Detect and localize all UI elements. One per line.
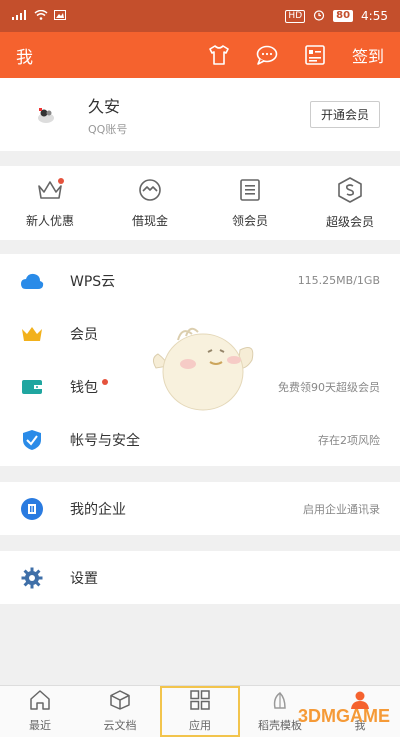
quick-label: 超级会员 [325,214,374,229]
quick-newuser-offer[interactable]: 新人优惠 [0,166,100,240]
template-icon [269,690,291,714]
profile-card[interactable]: 久安 QQ账号 开通会员 [0,78,400,151]
gear-icon [20,566,44,590]
clock: 4:55 [361,9,388,23]
menu-label: 帐号与安全 [70,432,140,449]
quick-label: 领会员 [231,213,268,228]
hd-badge: HD [285,9,306,23]
signal-icon [12,9,28,23]
exchange-icon [136,178,164,206]
crown-icon [20,322,44,346]
profile-info: 久安 QQ账号 [88,93,127,137]
list-card-icon [236,178,264,206]
menu-label: 我的企业 [70,501,126,518]
quick-get-vip[interactable]: 领会员 [200,166,300,240]
menu-item-account-security[interactable]: 帐号与安全 存在2项风险 [0,413,400,466]
header-actions: 签到 [208,43,384,67]
home-icon [29,690,51,714]
tab-apps[interactable]: 应用 [160,686,240,737]
menu-group-enterprise: 我的企业 启用企业通讯录 [0,482,400,535]
avatar[interactable] [20,88,72,141]
security-risk-status: 存在2项风险 [318,433,380,447]
quick-label: 借现金 [131,213,168,228]
enterprise-icon [20,497,44,521]
menu-label: 设置 [70,570,98,587]
menu-label: 钱包 [70,379,98,396]
tab-label: 稻壳模板 [258,719,302,732]
new-dot [58,178,64,184]
app-header: 我 签到 [0,32,400,78]
skin-shirt-icon[interactable] [208,44,230,66]
status-left-icons [12,9,66,23]
message-bubble-icon[interactable] [256,44,278,66]
profile-account-type: QQ账号 [88,122,128,136]
alarm-icon [313,9,325,24]
quick-actions: 新人优惠 借现金 领会员 超级会员 [0,166,400,240]
apps-icon [189,690,211,714]
menu-group-settings: 设置 [0,551,400,604]
menu-label: 会员 [70,326,98,343]
status-right: HD 80 4:55 [285,9,388,24]
profile-name: 久安 [88,96,121,116]
cloud-icon [20,269,44,293]
wallet-new-dot [102,378,108,385]
signin-button[interactable]: 签到 [352,43,384,67]
quick-label: 新人优惠 [25,213,74,228]
battery-indicator: 80 [333,10,354,22]
tab-label: 最近 [29,719,51,732]
status-bar: HD 80 4:55 [0,0,400,32]
scan-card-icon[interactable] [304,44,326,66]
tab-label: 云文档 [103,719,137,732]
tab-cloud-docs[interactable]: 云文档 [80,686,160,737]
cube-icon [109,690,131,714]
tab-recent[interactable]: 最近 [0,686,80,737]
menu-item-wps-cloud[interactable]: WPS云 115.25MB/1GB [0,254,400,307]
open-vip-button[interactable]: 开通会员 [309,101,380,128]
wifi-icon [34,9,48,23]
mascot-chick-image [152,327,254,411]
menu-item-my-enterprise[interactable]: 我的企业 启用企业通讯录 [0,482,400,535]
enterprise-hint: 启用企业通讯录 [303,502,380,516]
shield-icon [20,428,44,452]
tab-label: 应用 [189,719,211,732]
super-vip-icon [336,176,364,207]
wallet-promo: 免费领90天超级会员 [278,380,380,394]
image-notification-icon [54,9,66,23]
quick-borrow-cash[interactable]: 借现金 [100,166,200,240]
page-title: 我 [16,47,33,68]
menu-label: WPS云 [70,273,116,290]
watermark-3dmgame: 3DMGAME [297,706,390,726]
wallet-icon [20,375,44,399]
quick-super-vip[interactable]: 超级会员 [300,166,400,240]
cloud-storage-usage: 115.25MB/1GB [297,274,380,287]
menu-item-settings[interactable]: 设置 [0,551,400,604]
